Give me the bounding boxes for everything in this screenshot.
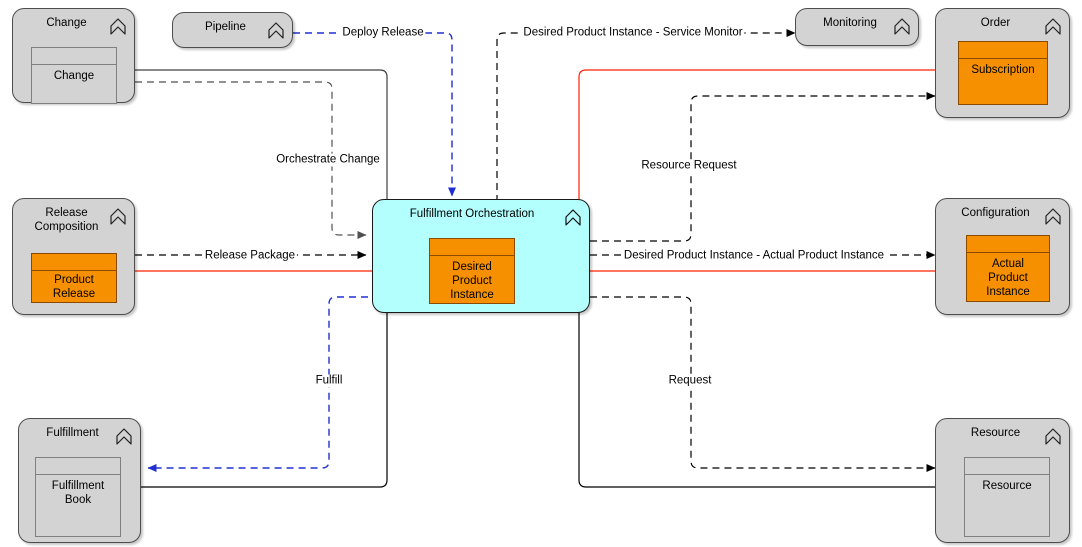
edge-fulfillment-book-association	[120, 295, 430, 488]
grouping-chevron-icon	[110, 207, 126, 225]
grouping-chevron-icon	[268, 21, 284, 39]
node-configuration[interactable]: Configuration Actual Product Instance	[935, 198, 1070, 315]
edge-label-resource-request: Resource Request	[639, 159, 739, 173]
inner-actual-product-instance-bar	[967, 236, 1049, 253]
grouping-chevron-icon	[565, 208, 581, 226]
inner-fulfillment-book[interactable]: Fulfillment Book	[35, 457, 121, 537]
inner-desired-product-instance-bar	[430, 239, 514, 256]
node-monitoring[interactable]: Monitoring	[795, 8, 919, 46]
edge-label-release-package: Release Package	[202, 249, 298, 263]
node-fulfillment-orchestration-title: Fulfillment Orchestration	[409, 208, 535, 220]
inner-desired-product-instance[interactable]: Desired Product Instance	[429, 238, 515, 304]
inner-product-release[interactable]: Product Release	[31, 253, 117, 303]
node-resource[interactable]: Resource Resource	[935, 418, 1070, 543]
node-change[interactable]: Change Change	[12, 8, 135, 104]
inner-resource-bar	[965, 458, 1049, 475]
node-release-composition[interactable]: Release Composition Product Release	[12, 198, 135, 315]
edge-label-desired-product-instance-actual-product-instance: Desired Product Instance - Actual Produc…	[621, 249, 887, 263]
grouping-chevron-icon	[894, 17, 910, 35]
inner-change-label: Change	[53, 70, 95, 82]
grouping-chevron-icon	[110, 17, 126, 35]
edge-label-deploy-release: Deploy Release	[340, 26, 426, 40]
inner-fulfillment-book-bar	[36, 458, 120, 475]
inner-subscription-bar	[959, 42, 1047, 59]
inner-subscription[interactable]: Subscription	[958, 41, 1048, 105]
inner-desired-product-instance-label: Desired Product Instance	[450, 261, 494, 301]
edge-label-orchestrate-change: Orchestrate Change	[274, 153, 382, 167]
inner-subscription-label: Subscription	[971, 64, 1035, 76]
inner-change-bar	[32, 48, 116, 65]
inner-change[interactable]: Change	[31, 47, 117, 104]
edge-request	[590, 296, 936, 472]
grouping-chevron-icon	[1045, 427, 1061, 445]
edge-label-desired-product-instance-service-monitor: Desired Product Instance - Service Monit…	[521, 26, 745, 40]
diagram-canvas: Deploy Release Desired Product Instance …	[0, 0, 1082, 547]
edge-deploy-release	[293, 32, 456, 197]
inner-product-release-label: Product Release	[52, 274, 96, 300]
inner-resource-label: Resource	[982, 480, 1032, 492]
inner-resource[interactable]: Resource	[964, 457, 1050, 537]
grouping-chevron-icon	[116, 427, 132, 445]
edge-label-request: Request	[666, 374, 714, 388]
inner-actual-product-instance-label: Actual Product Instance	[986, 258, 1030, 298]
inner-product-release-bar	[32, 254, 116, 271]
node-fulfillment[interactable]: Fulfillment Fulfillment Book	[18, 418, 141, 543]
node-order[interactable]: Order Subscription	[935, 8, 1070, 118]
inner-fulfillment-book-label: Fulfillment Book	[51, 480, 105, 506]
edge-label-fulfill: Fulfill	[313, 374, 345, 388]
grouping-chevron-icon	[1045, 17, 1061, 35]
grouping-chevron-icon	[1045, 207, 1061, 225]
node-fulfillment-orchestration[interactable]: Fulfillment Orchestration Desired Produc…	[372, 199, 590, 313]
node-pipeline[interactable]: Pipeline	[172, 12, 293, 48]
edge-fulfill	[147, 296, 380, 472]
inner-actual-product-instance[interactable]: Actual Product Instance	[966, 235, 1050, 302]
edge-resource-association	[516, 295, 1000, 488]
